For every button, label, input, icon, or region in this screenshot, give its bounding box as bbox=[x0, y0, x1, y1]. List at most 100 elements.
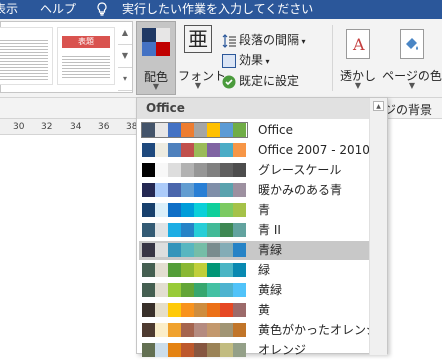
color-swatch bbox=[142, 263, 155, 277]
menu-view[interactable]: 表示 bbox=[0, 2, 18, 16]
effects-button[interactable]: 効果 ▾ bbox=[222, 51, 270, 69]
color-swatch bbox=[207, 243, 220, 257]
color-swatch bbox=[220, 123, 233, 137]
color-swatch bbox=[142, 163, 155, 177]
chevron-down-icon: ▼ bbox=[152, 82, 160, 91]
color-swatch bbox=[207, 203, 220, 217]
color-swatch bbox=[233, 223, 246, 237]
menu-bar: 表示 ヘルプ 実行したい作業を入力してください bbox=[0, 0, 442, 19]
ruler-tick: 32 bbox=[41, 122, 53, 132]
color-swatch bbox=[220, 163, 233, 177]
color-theme-item[interactable]: 青 II bbox=[139, 221, 369, 240]
page-color-button[interactable]: ページの色 ▼ bbox=[382, 21, 442, 95]
color-theme-item[interactable]: 黄緑 bbox=[139, 281, 369, 300]
color-swatch bbox=[233, 263, 246, 277]
color-swatch-strip bbox=[142, 163, 247, 177]
color-swatch bbox=[207, 283, 220, 297]
color-swatch bbox=[181, 303, 194, 317]
menu-help[interactable]: ヘルプ bbox=[40, 2, 76, 16]
color-theme-item[interactable]: 青緑 bbox=[139, 241, 369, 260]
color-swatch bbox=[220, 203, 233, 217]
gallery-more-icon[interactable]: ▾ bbox=[118, 68, 132, 91]
colors-button[interactable]: 配色 ▼ bbox=[136, 21, 176, 95]
color-swatch bbox=[168, 143, 181, 157]
color-theme-item[interactable]: 黄色がかったオレンジ bbox=[139, 321, 378, 340]
color-swatch bbox=[220, 223, 233, 237]
color-swatch bbox=[233, 283, 246, 297]
color-swatch-strip bbox=[141, 122, 248, 138]
color-swatch bbox=[233, 203, 246, 217]
style-thumbnail-title[interactable]: 表題 bbox=[57, 27, 115, 85]
color-swatch bbox=[181, 223, 194, 237]
color-swatch bbox=[220, 323, 233, 337]
checkmark-icon bbox=[222, 75, 236, 89]
scroll-up-icon[interactable]: ▲ bbox=[373, 101, 384, 111]
color-swatch bbox=[155, 143, 168, 157]
chevron-down-icon: ▾ bbox=[299, 37, 306, 46]
color-swatch bbox=[181, 163, 194, 177]
color-swatch-strip bbox=[142, 323, 247, 337]
color-swatch-strip bbox=[142, 243, 247, 257]
color-swatch bbox=[233, 323, 246, 337]
color-theme-name: Office bbox=[258, 123, 294, 137]
color-swatch bbox=[233, 143, 246, 157]
paragraph-spacing-icon bbox=[222, 33, 236, 48]
color-swatch bbox=[181, 143, 194, 157]
color-swatch bbox=[207, 223, 220, 237]
color-swatch bbox=[220, 303, 233, 317]
color-swatch bbox=[194, 223, 207, 237]
color-theme-name: 黄色がかったオレンジ bbox=[258, 323, 379, 337]
color-theme-item[interactable]: グレースケール bbox=[139, 161, 369, 180]
colors-icon bbox=[142, 28, 170, 56]
chevron-down-icon: ▼ bbox=[194, 81, 202, 90]
tell-me-input[interactable]: 実行したい作業を入力してください bbox=[122, 2, 313, 16]
ruler-tick: 30 bbox=[13, 122, 25, 132]
color-swatch bbox=[207, 263, 220, 277]
thumbnail-title-bar: 表題 bbox=[62, 36, 110, 48]
chevron-down-icon: ▼ bbox=[408, 81, 416, 90]
color-theme-item[interactable]: 暖かみのある青 bbox=[139, 181, 369, 200]
watermark-icon: A bbox=[346, 29, 370, 59]
color-swatch bbox=[207, 343, 220, 357]
color-swatch bbox=[220, 283, 233, 297]
gallery-scroll[interactable]: ▲ ▼ ▾ bbox=[118, 22, 132, 92]
color-theme-item[interactable]: オレンジ bbox=[139, 341, 369, 360]
color-swatch bbox=[168, 183, 181, 197]
set-default-button[interactable]: 既定に設定 bbox=[222, 72, 299, 90]
color-theme-name: 青 bbox=[258, 203, 271, 217]
color-swatch-strip bbox=[142, 283, 247, 297]
color-theme-name: オレンジ bbox=[258, 343, 307, 357]
color-swatch-strip bbox=[142, 343, 247, 357]
gallery-down-icon[interactable]: ▼ bbox=[118, 45, 132, 68]
color-swatch bbox=[233, 123, 246, 137]
style-thumbnail[interactable] bbox=[0, 27, 53, 85]
color-swatch bbox=[168, 343, 181, 357]
watermark-button[interactable]: A 透かし ▼ bbox=[334, 21, 382, 95]
effects-icon bbox=[222, 53, 236, 68]
color-swatch bbox=[168, 283, 181, 297]
color-swatch bbox=[181, 343, 194, 357]
color-swatch bbox=[168, 323, 181, 337]
color-theme-item[interactable]: 黄 bbox=[139, 301, 369, 320]
color-swatch bbox=[181, 263, 194, 277]
color-theme-item[interactable]: 緑 bbox=[139, 261, 369, 280]
color-swatch bbox=[155, 223, 168, 237]
document-format-gallery[interactable]: 表題 ▲ ▼ ▾ bbox=[0, 21, 133, 93]
color-swatch bbox=[142, 203, 155, 217]
fonts-button[interactable]: 亜 フォント ▼ bbox=[178, 21, 226, 95]
gallery-up-icon[interactable]: ▲ bbox=[118, 22, 132, 45]
color-swatch bbox=[168, 263, 181, 277]
color-swatch bbox=[233, 303, 246, 317]
color-theme-item[interactable]: 青 bbox=[139, 201, 369, 220]
color-swatch-strip bbox=[142, 223, 247, 237]
paragraph-spacing-button[interactable]: 段落の間隔 ▾ bbox=[222, 31, 306, 49]
color-swatch bbox=[220, 243, 233, 257]
color-theme-item[interactable]: Office bbox=[139, 121, 369, 140]
dropdown-scrollbar[interactable]: ▲ bbox=[369, 98, 387, 355]
color-swatch bbox=[194, 143, 207, 157]
color-swatch bbox=[142, 183, 155, 197]
color-theme-item[interactable]: Office 2007 - 2010 bbox=[139, 141, 370, 160]
color-swatch bbox=[194, 303, 207, 317]
color-swatch bbox=[220, 183, 233, 197]
color-swatch bbox=[142, 223, 155, 237]
